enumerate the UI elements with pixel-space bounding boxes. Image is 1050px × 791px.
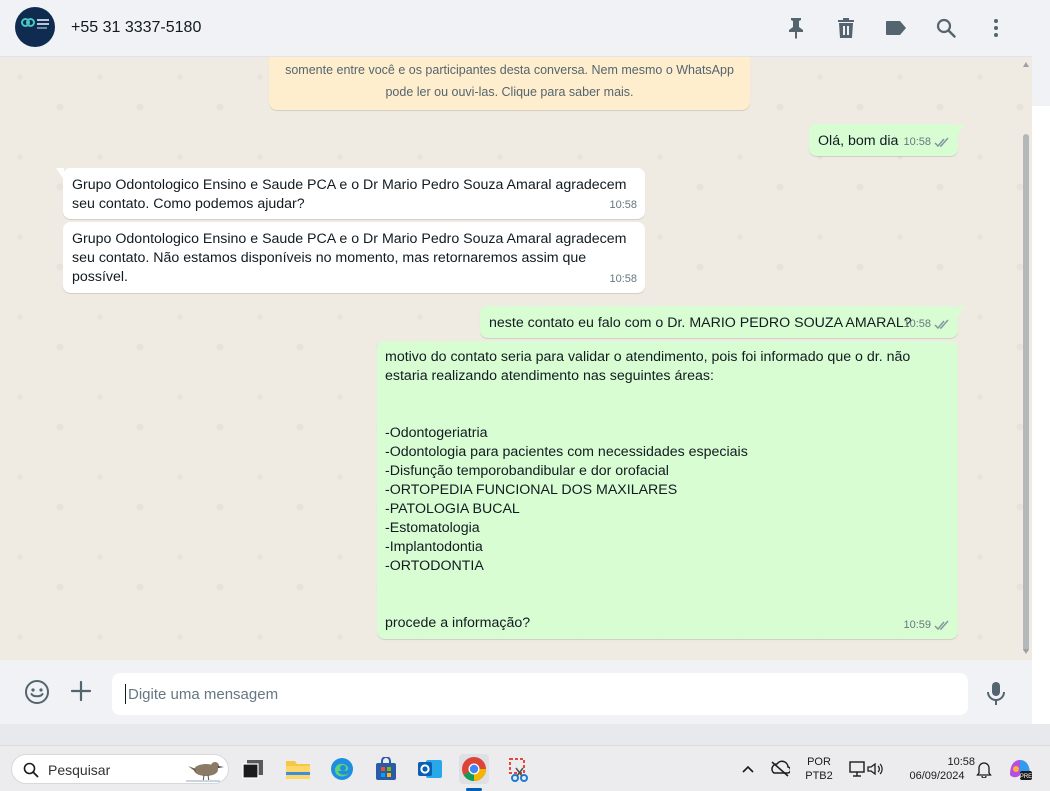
bubble-tail [56, 168, 64, 180]
message-meta: 10:59 [903, 616, 950, 635]
display-icon [849, 761, 865, 777]
message-meta: 10:58 [903, 133, 950, 152]
pin-icon [789, 18, 803, 39]
scroll-thumb[interactable] [1023, 134, 1029, 652]
message-time: 10:58 [903, 136, 931, 148]
chrome-button[interactable] [459, 754, 489, 784]
contact-avatar[interactable] [15, 7, 55, 47]
copilot-button[interactable]: PRE [1004, 754, 1036, 784]
message-text: Grupo Odontologico Ensino e Saude PCA e … [72, 177, 627, 212]
chat-header: +55 31 3337-5180 [0, 0, 1032, 57]
message-bubble-outgoing[interactable]: Olá, bom dia 10:58 [809, 124, 965, 156]
menu-icon [994, 19, 998, 37]
message-bubble-incoming[interactable]: Grupo Odontologico Ensino e Saude PCA e … [63, 222, 645, 293]
logo-text-line [37, 23, 49, 25]
snipping-tool-button[interactable] [503, 754, 533, 784]
taskbar-search[interactable]: Pesquisar [11, 754, 229, 784]
notification-bell-icon [976, 762, 992, 778]
text-cursor [125, 684, 126, 704]
encryption-notice[interactable]: somente entre você e os participantes de… [269, 57, 750, 110]
no-connection-icon [771, 760, 790, 777]
message-meta: 10:58 [609, 270, 637, 289]
message-text: motivo do contato seria para validar o a… [385, 349, 911, 631]
show-hidden-icons-button[interactable] [734, 754, 762, 784]
clock-time: 10:58 [947, 756, 975, 768]
message-text: Grupo Odontologico Ensino e Saude PCA e … [72, 231, 627, 285]
search-icon [936, 18, 956, 38]
message-meta: 10:58 [903, 315, 950, 334]
scroll-up-arrow-icon[interactable] [1023, 62, 1029, 67]
microsoft-store-button[interactable] [371, 754, 401, 784]
outlook-icon [418, 760, 442, 778]
message-input[interactable] [112, 673, 968, 715]
window-bottom-edge [0, 724, 1050, 745]
search-button[interactable] [932, 14, 960, 42]
message-composer [0, 660, 1032, 724]
scroll-down-arrow-icon[interactable] [1023, 649, 1029, 654]
bird-illustration-icon [186, 762, 224, 783]
delete-icon [838, 18, 854, 38]
bubble-tail [957, 306, 965, 318]
double-check-icon [934, 620, 949, 631]
copilot-badge-text: PRE [1020, 774, 1032, 780]
label-icon [886, 21, 906, 35]
quick-settings-button[interactable] [845, 754, 887, 784]
pin-button[interactable] [782, 14, 810, 42]
message-time: 10:58 [903, 318, 931, 330]
browser-edge-top [1032, 0, 1050, 106]
file-explorer-button[interactable] [283, 754, 313, 784]
bubble-tail [957, 124, 965, 136]
network-status-button[interactable] [766, 754, 794, 784]
menu-button[interactable] [982, 14, 1010, 42]
logo-text-line [37, 19, 49, 21]
chat-scrollbar[interactable] [1020, 57, 1032, 660]
message-text: neste contato eu falo com o Dr. MARIO PE… [489, 315, 912, 331]
notice-line: pode ler ou ouvi-las. Clique para saber … [385, 85, 634, 99]
delete-button[interactable] [832, 14, 860, 42]
chevron-up-icon [742, 765, 754, 773]
copilot-icon: PRE [1010, 760, 1032, 780]
emoji-button[interactable] [24, 679, 50, 705]
snipping-tool-icon [509, 758, 528, 782]
task-view-button[interactable] [238, 754, 268, 784]
message-bubble-outgoing[interactable]: motivo do contato seria para validar o a… [377, 341, 958, 639]
outlook-button[interactable] [415, 754, 445, 784]
windows-taskbar: Pesquisar POR PTB2 10:58 06/09/2024 PRE [0, 745, 1050, 791]
search-icon [23, 762, 39, 778]
message-time: 10:59 [903, 619, 931, 631]
taskbar-search-placeholder: Pesquisar [48, 762, 111, 778]
double-check-icon [934, 319, 949, 330]
message-bubble-incoming[interactable]: Grupo Odontologico Ensino e Saude PCA e … [56, 168, 645, 219]
browser-edge [1032, 0, 1050, 745]
store-icon [376, 757, 396, 780]
message-time: 10:58 [609, 199, 637, 211]
double-check-icon [934, 137, 949, 148]
edge-icon [331, 758, 353, 780]
notifications-button[interactable] [972, 754, 996, 784]
microphone-icon [987, 682, 1005, 705]
notice-line: somente entre você e os participantes de… [285, 63, 734, 77]
emoji-icon [25, 680, 49, 704]
keyboard-layout: PTB2 [805, 770, 833, 782]
folder-icon [286, 761, 310, 779]
plus-icon [70, 680, 92, 702]
taskbar-clock[interactable]: 10:58 06/09/2024 [899, 755, 975, 783]
input-language-indicator[interactable]: POR PTB2 [801, 755, 837, 783]
voice-message-button[interactable] [984, 680, 1008, 706]
clock-date: 06/09/2024 [909, 770, 965, 782]
attach-button[interactable] [69, 679, 95, 705]
logo-icon-part [26, 18, 35, 27]
label-button[interactable] [882, 14, 910, 42]
language-code: POR [807, 756, 831, 768]
contact-name[interactable]: +55 31 3337-5180 [71, 19, 201, 37]
message-meta: 10:58 [609, 196, 637, 215]
edge-browser-button[interactable] [327, 754, 357, 784]
message-bubble-outgoing[interactable]: neste contato eu falo com o Dr. MARIO PE… [480, 306, 965, 338]
task-view-icon [242, 760, 263, 779]
logo-text-line [37, 27, 47, 29]
message-list[interactable]: somente entre você e os participantes de… [0, 57, 1032, 660]
message-time: 10:58 [609, 273, 637, 285]
chrome-icon [462, 757, 486, 782]
volume-icon [867, 762, 883, 776]
